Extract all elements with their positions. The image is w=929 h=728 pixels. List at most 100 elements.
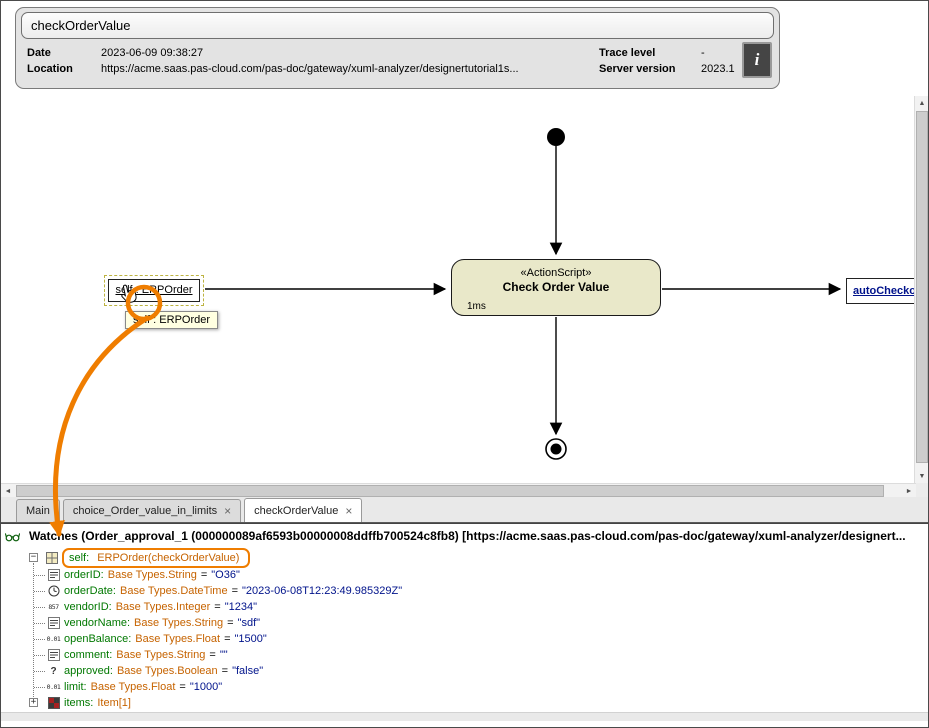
float-type-icon: 0.01	[46, 683, 61, 691]
action-node-check-order-value[interactable]: «ActionScript» Check Order Value 1ms	[451, 259, 661, 316]
array-type-icon	[46, 697, 61, 709]
object-node-autocheckout[interactable]: autoCheckou	[846, 278, 916, 304]
info-icon: i	[755, 50, 760, 70]
scrollbar-corner	[916, 483, 929, 497]
watches-title: Watches (Order_approval_1 (000000089af65…	[29, 529, 906, 543]
scroll-right-icon[interactable]: ►	[902, 484, 916, 498]
watch-type: Base Types.String	[108, 569, 197, 581]
tab-label: choice_Order_value_in_limits	[73, 505, 217, 517]
initial-node[interactable]	[547, 128, 565, 146]
watch-name: approved:	[64, 665, 113, 677]
location-label: Location	[27, 63, 101, 75]
diagram-vertical-scrollbar[interactable]: ▲ ▼	[914, 96, 928, 483]
string-type-icon	[46, 617, 61, 629]
watch-row-self[interactable]: − self: ERPOrder(checkOrderValue)	[29, 548, 929, 567]
close-tab-icon[interactable]: ×	[224, 505, 231, 517]
action-name: Check Order Value	[452, 280, 660, 294]
watch-row-orderdate[interactable]: orderDate: Base Types.DateTime = "2023-0…	[29, 583, 929, 599]
watches-panel: Watches (Order_approval_1 (000000089af65…	[1, 523, 929, 721]
integer-type-icon: 857	[46, 603, 61, 611]
scroll-up-icon[interactable]: ▲	[915, 96, 929, 110]
tab-choice-order-value-in-limits[interactable]: choice_Order_value_in_limits ×	[63, 499, 241, 522]
watch-type: Base Types.String	[116, 649, 205, 661]
date-label: Date	[27, 47, 101, 59]
watch-value: ""	[220, 649, 228, 661]
watch-type: ERPOrder(checkOrderValue)	[97, 552, 239, 564]
tab-bar: Main choice_Order_value_in_limits × chec…	[1, 497, 929, 523]
trace-level-label: Trace level	[599, 47, 701, 59]
tooltip: self : ERPOrder	[125, 311, 218, 329]
trace-info-right: Trace level - Server version 2023.1	[599, 47, 735, 75]
object-icon	[44, 552, 59, 564]
vertical-scrollbar-thumb[interactable]	[916, 111, 928, 463]
horizontal-scrollbar-thumb[interactable]	[16, 485, 884, 497]
watch-value: "1500"	[235, 633, 267, 645]
watches-header: Watches (Order_approval_1 (000000089af65…	[1, 524, 929, 546]
scroll-left-icon[interactable]: ◄	[1, 484, 15, 498]
watch-name: items:	[64, 697, 93, 709]
watch-row-limit[interactable]: 0.01 limit: Base Types.Float = "1000"	[29, 679, 929, 695]
watch-name: comment:	[64, 649, 112, 661]
watch-type: Base Types.Float	[91, 681, 176, 693]
datetime-type-icon	[46, 585, 61, 597]
watch-children: orderID: Base Types.String = "O36" order…	[29, 567, 929, 711]
watch-value: "2023-06-08T12:23:49.985329Z"	[242, 585, 402, 597]
float-type-icon: 0.01	[46, 635, 61, 643]
server-version-label: Server version	[599, 63, 701, 75]
watch-name: openBalance:	[64, 633, 131, 645]
collapse-icon[interactable]: −	[29, 553, 38, 562]
boolean-type-icon: ?	[46, 666, 61, 677]
equals-sign: =	[201, 569, 207, 581]
watch-row-comment[interactable]: comment: Base Types.String = ""	[29, 647, 929, 663]
close-tab-icon[interactable]: ×	[345, 505, 352, 517]
info-button[interactable]: i	[742, 42, 772, 78]
watch-type: Base Types.DateTime	[120, 585, 228, 597]
watch-name: orderDate:	[64, 585, 116, 597]
string-type-icon	[46, 649, 61, 661]
page-title: checkOrderValue	[21, 12, 774, 39]
watches-icon	[5, 530, 20, 542]
tree-connector	[34, 575, 45, 576]
watch-name: limit:	[64, 681, 87, 693]
server-version-value: 2023.1	[701, 63, 735, 75]
date-value: 2023-06-09 09:38:27	[101, 47, 519, 59]
watch-value: "sdf"	[238, 617, 260, 629]
watch-type: Base Types.Float	[135, 633, 220, 645]
watch-row-vendorname[interactable]: vendorName: Base Types.String = "sdf"	[29, 615, 929, 631]
watch-row-vendorid[interactable]: 857 vendorID: Base Types.Integer = "1234…	[29, 599, 929, 615]
tree-connector	[34, 671, 45, 672]
tree-connector	[34, 655, 45, 656]
trace-info-left: Date 2023-06-09 09:38:27 Location https:…	[27, 47, 519, 75]
self-highlight-annotation: self: ERPOrder(checkOrderValue)	[62, 548, 250, 568]
equals-sign: =	[227, 617, 233, 629]
tree-connector	[34, 639, 45, 640]
diagram-canvas[interactable]: «ActionScript» Check Order Value 1ms sel…	[1, 91, 916, 483]
watch-type: Base Types.String	[134, 617, 223, 629]
watch-value: "1000"	[190, 681, 222, 693]
watch-name: vendorID:	[64, 601, 112, 613]
tree-connector	[34, 607, 45, 608]
watch-row-orderid[interactable]: orderID: Base Types.String = "O36"	[29, 567, 929, 583]
tab-checkordervalue[interactable]: checkOrderValue ×	[244, 498, 362, 522]
trace-info: Date 2023-06-09 09:38:27 Location https:…	[21, 41, 774, 85]
watch-name: vendorName:	[64, 617, 130, 629]
trace-level-value: -	[701, 47, 735, 59]
equals-sign: =	[232, 585, 238, 597]
equals-sign: =	[179, 681, 185, 693]
final-node-core	[551, 444, 562, 455]
watches-tree: − self: ERPOrder(checkOrderValue) orderI…	[29, 548, 929, 711]
string-type-icon	[46, 569, 61, 581]
watch-type: Base Types.Boolean	[117, 665, 218, 677]
watch-type: Base Types.Integer	[116, 601, 211, 613]
watch-row-items[interactable]: + items: Item[1]	[29, 695, 929, 711]
tab-main[interactable]: Main	[16, 499, 60, 522]
watch-value: "1234"	[225, 601, 257, 613]
watch-row-approved[interactable]: ? approved: Base Types.Boolean = "false"	[29, 663, 929, 679]
expand-icon[interactable]: +	[29, 698, 38, 707]
tab-label: checkOrderValue	[254, 505, 338, 517]
equals-sign: =	[224, 633, 230, 645]
tree-connector	[34, 591, 45, 592]
scroll-down-icon[interactable]: ▼	[915, 469, 929, 483]
diagram-horizontal-scrollbar[interactable]: ◄ ►	[1, 483, 916, 497]
watch-row-openbalance[interactable]: 0.01 openBalance: Base Types.Float = "15…	[29, 631, 929, 647]
